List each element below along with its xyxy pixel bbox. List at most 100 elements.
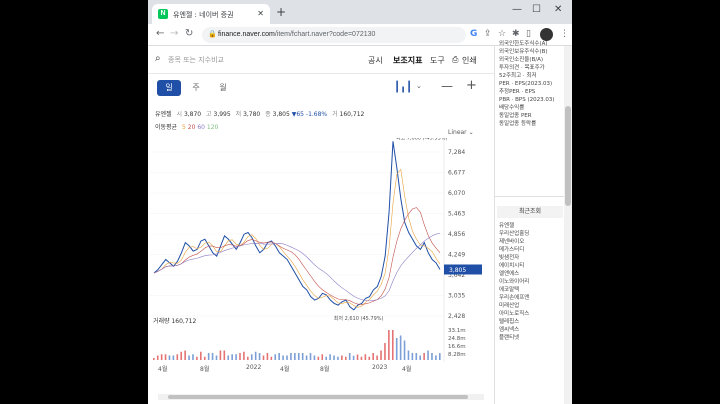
ma-20[interactable]: 20 xyxy=(188,124,196,131)
close-window-icon[interactable]: ✕ xyxy=(554,4,562,15)
browser-window: N 유엔젤 : 네이버 증권 ✕ + — ☐ ✕ ← → ↻ 🔒 finance… xyxy=(148,0,572,404)
menu-tools[interactable]: 도구 xyxy=(430,55,445,66)
menu-disclosure[interactable]: 공시 xyxy=(368,55,383,66)
high-value: 3,995 xyxy=(213,111,231,118)
open-label: 시 xyxy=(176,111,183,118)
volume-bar xyxy=(313,355,316,360)
recent-item[interactable]: 이노와이어리 xyxy=(499,278,563,286)
bookmark-star-icon[interactable]: ☆ xyxy=(498,29,506,39)
stock-info-item[interactable]: 외국인보유주식수(B) xyxy=(499,48,563,56)
quote-line: 유엔젤 시 3,870 고 3,995 저 3,780 종 3,805 ▼65 … xyxy=(155,109,364,118)
recent-item[interactable]: 빛샘전자 xyxy=(499,254,563,262)
stock-info-item[interactable]: 외국인한도주식수(A) xyxy=(499,40,563,48)
volume-bar xyxy=(168,355,171,360)
period-month[interactable]: 월 xyxy=(211,80,235,96)
x-tick-label: 4월 xyxy=(402,366,412,373)
stock-info-item[interactable]: 52주최고 · 최저 xyxy=(499,72,563,80)
google-icon[interactable]: G xyxy=(470,29,477,39)
volume-bar xyxy=(419,355,422,360)
compare-search-input[interactable]: 종목 또는 지수비교 xyxy=(168,55,224,65)
volume-bar xyxy=(297,353,300,360)
volume-bar xyxy=(423,353,425,360)
ma-5[interactable]: 5 xyxy=(182,124,186,131)
recent-item[interactable]: 엠씨넥스 xyxy=(499,326,563,334)
recent-item[interactable]: 우리손에프앤 xyxy=(499,294,563,302)
volume-bar xyxy=(368,356,371,360)
recent-item[interactable]: 아미노로직스 xyxy=(499,310,563,318)
ma-label: 이동평균 xyxy=(155,124,178,131)
volume-bar xyxy=(364,354,367,360)
stock-info-item[interactable]: 동일업종 등락률 xyxy=(499,120,563,128)
volume-tick-label: 33.1m xyxy=(448,328,466,334)
url-text: finance.naver.com/item/fchart.naver?code… xyxy=(218,31,375,38)
volume-bar xyxy=(278,353,280,360)
low-annotation: 최저 2,610 (45.79%) xyxy=(334,315,384,322)
search-icon[interactable]: ⌕ xyxy=(155,53,161,64)
recent-item[interactable]: 에이치시티 xyxy=(499,262,563,270)
stock-info-item[interactable]: 투자의견 · 목표주가 xyxy=(499,64,563,72)
menu-print[interactable]: 인쇄 xyxy=(462,55,477,66)
stock-info-item[interactable]: PER · EPS(2023.03) xyxy=(499,80,563,88)
tab-title: 유엔젤 : 네이버 증권 xyxy=(173,11,234,19)
chevron-down-icon[interactable]: ⌄ xyxy=(416,82,422,90)
reload-icon[interactable]: ↻ xyxy=(185,28,193,39)
period-week[interactable]: 주 xyxy=(184,80,208,96)
print-icon[interactable]: ⎙ xyxy=(452,55,458,65)
volume-bar xyxy=(372,353,374,360)
back-icon[interactable]: ← xyxy=(156,28,164,39)
zoom-out-icon[interactable]: — xyxy=(441,79,453,93)
omnibox[interactable]: 🔒 finance.naver.com/item/fchart.naver?co… xyxy=(202,27,466,43)
sidepanel-icon[interactable]: ▯ xyxy=(526,29,531,39)
recent-item[interactable]: 미래산업 xyxy=(499,302,563,310)
volume-bar xyxy=(282,355,284,360)
vertical-scrollbar[interactable] xyxy=(564,46,572,404)
scroll-thumb[interactable] xyxy=(168,395,468,399)
recent-item[interactable]: 엘앤에스 xyxy=(499,270,563,278)
volume-bar xyxy=(439,353,441,360)
recent-item[interactable]: 플랜티넷 xyxy=(499,334,563,342)
share-icon[interactable]: ⇪ xyxy=(484,29,492,39)
close-tab-icon[interactable]: ✕ xyxy=(257,9,264,18)
period-day[interactable]: 일 xyxy=(157,80,181,96)
change-value: ▼65 xyxy=(291,111,304,118)
maximize-icon[interactable]: ☐ xyxy=(532,4,541,15)
scroll-thumb[interactable] xyxy=(565,106,571,206)
stock-info-item[interactable]: 동일업종 PER xyxy=(499,112,563,120)
recent-item[interactable]: 유엔젤 xyxy=(499,222,563,230)
forward-icon[interactable]: → xyxy=(170,28,178,39)
horizontal-scrollbar[interactable] xyxy=(158,394,484,400)
volume-bar xyxy=(180,351,183,360)
volume-bar xyxy=(395,338,398,360)
volume-bar xyxy=(188,355,190,360)
price-chart[interactable]: 7,2846,6776,0705,4634,8564,2493,6423,035… xyxy=(148,138,494,362)
extensions-icon[interactable]: ✱ xyxy=(512,29,520,39)
volume-bar xyxy=(356,354,359,360)
stock-info-item[interactable]: PBR · BPS (2023.03) xyxy=(499,96,563,104)
volume-bar xyxy=(219,350,222,360)
volume-label: 거 xyxy=(332,111,338,118)
recent-item[interactable]: 에코말텍 xyxy=(499,286,563,294)
minimize-icon[interactable]: — xyxy=(512,4,522,15)
volume-header: 거래량 160,712 xyxy=(153,317,196,325)
stock-info-item[interactable]: 배당수익률 xyxy=(499,104,563,112)
volume-bar xyxy=(321,354,324,360)
stock-info-item[interactable]: 외국인소진율(B/A) xyxy=(499,56,563,64)
browser-tab[interactable]: N 유엔젤 : 네이버 증권 ✕ xyxy=(152,4,270,24)
recent-header[interactable]: 최근조회 xyxy=(497,206,563,218)
recent-item[interactable]: 제넨바이오 xyxy=(499,238,563,246)
volume-bar xyxy=(301,353,304,360)
recent-item[interactable]: 텔레칩스 xyxy=(499,318,563,326)
candlestick-icon[interactable]: ┃╻┃ xyxy=(394,82,412,93)
volume-bar xyxy=(427,350,429,360)
scale-toggle[interactable]: Linear ⌄ xyxy=(448,129,474,136)
zoom-in-icon[interactable]: + xyxy=(466,78,477,93)
recent-item[interactable]: 우리산업홀딩 xyxy=(499,230,563,238)
ma-60[interactable]: 60 xyxy=(197,124,205,131)
stock-info-item[interactable]: 추정PER · EPS xyxy=(499,88,563,96)
volume-tick-label: 16.6m xyxy=(448,344,466,350)
ma-120[interactable]: 120 xyxy=(207,124,218,131)
menu-indicators[interactable]: 보조지표 xyxy=(393,55,422,66)
new-tab-icon[interactable]: + xyxy=(276,5,286,19)
more-menu-icon[interactable]: ⋮ xyxy=(560,29,569,39)
recent-item[interactable]: 메가스터디 xyxy=(499,246,563,254)
